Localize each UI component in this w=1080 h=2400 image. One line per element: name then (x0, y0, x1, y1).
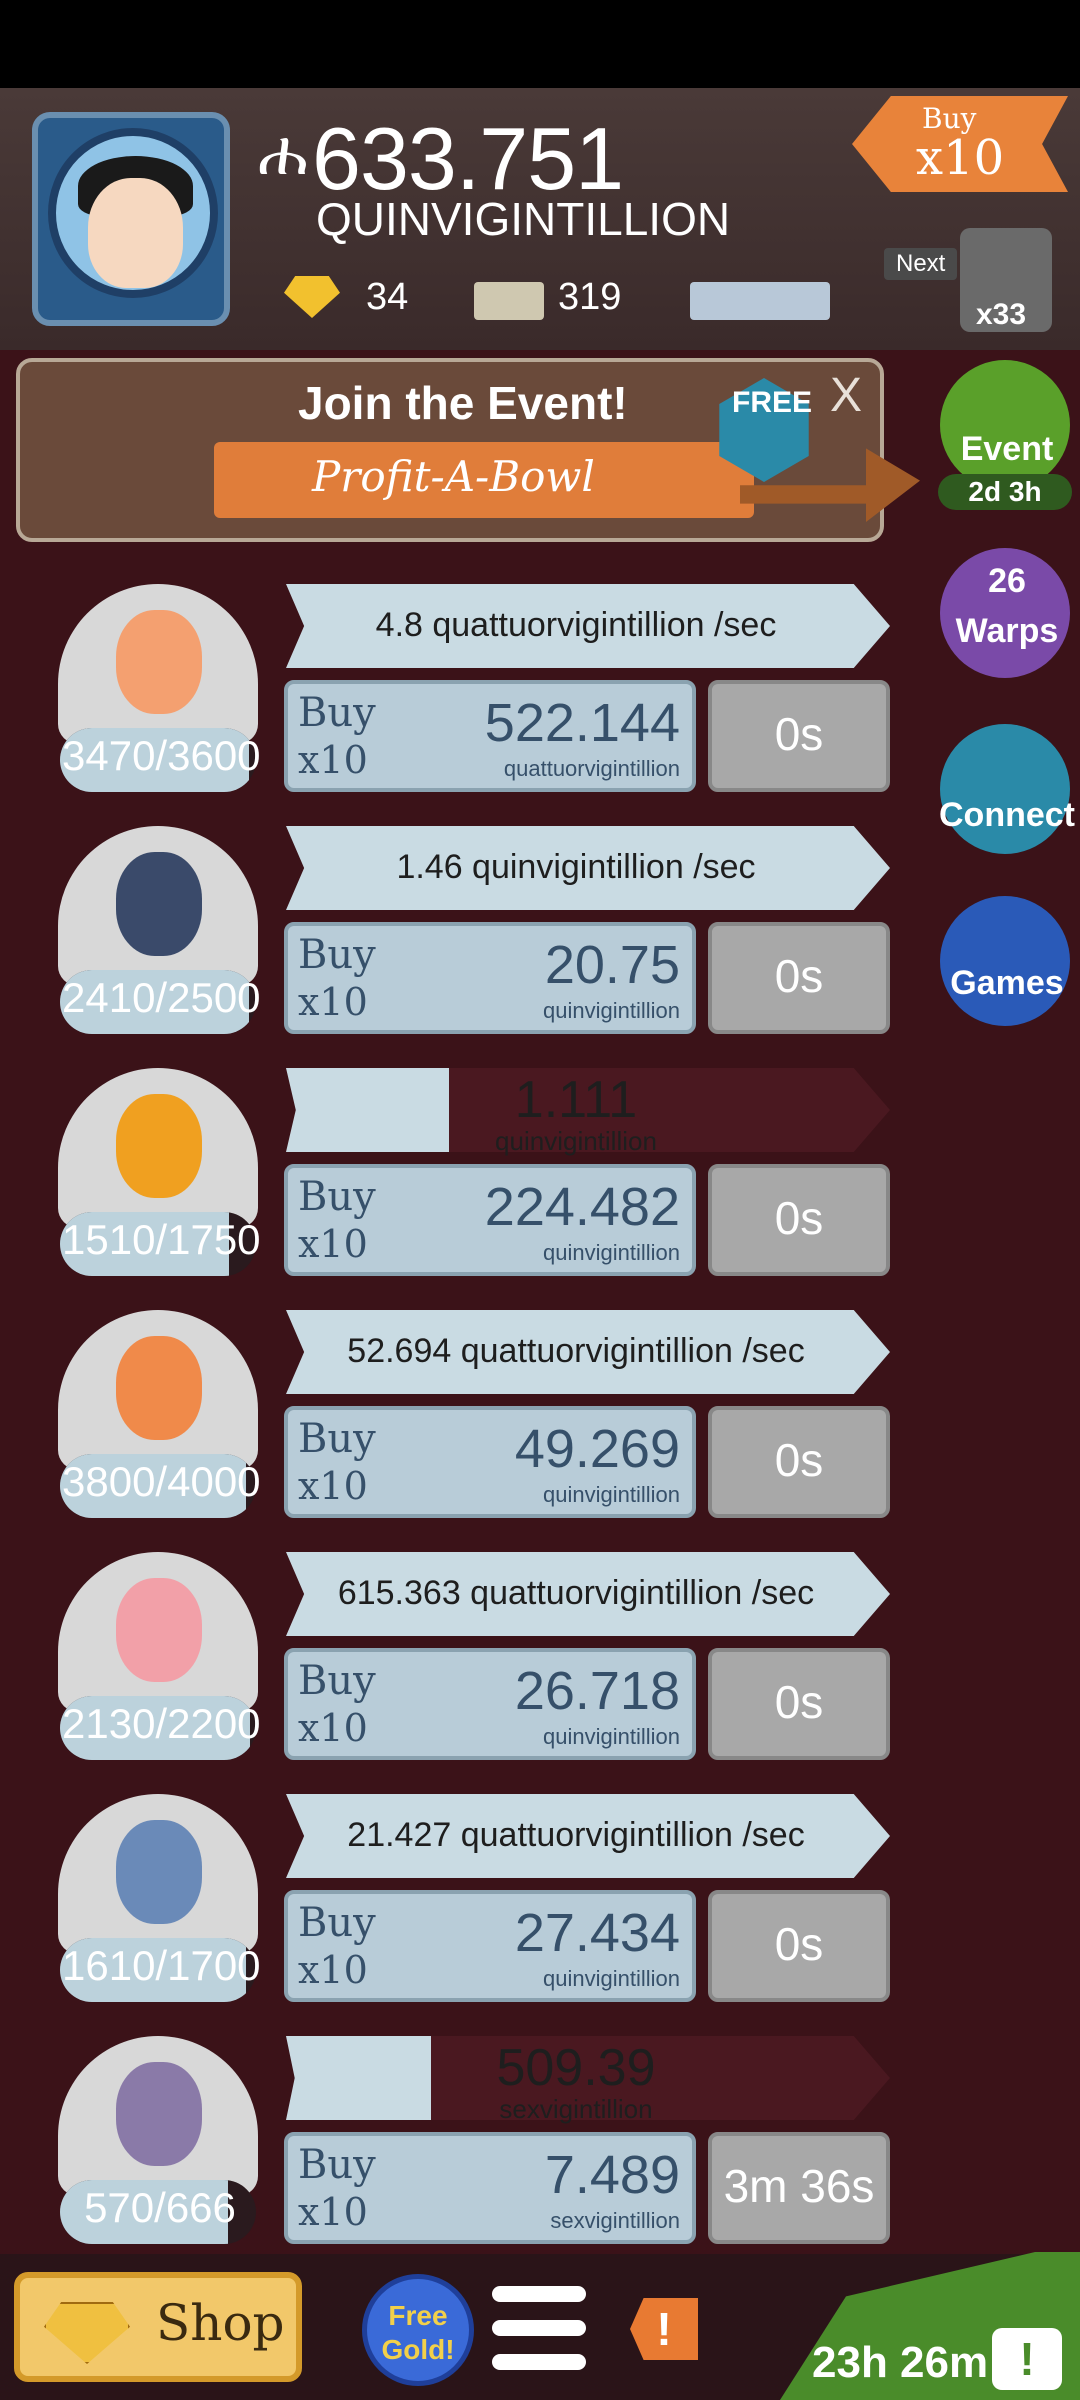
buy-cost: 224.482 (484, 1177, 680, 1237)
business-icon (116, 1820, 202, 1924)
alert-button[interactable]: ! (630, 2298, 698, 2360)
revenue-rate: 52.694 quattuorvigintillion /sec (347, 1332, 805, 1370)
buy-cost-unit: quattuorvigintillion (503, 756, 680, 781)
mega-bucks-icon (474, 282, 544, 320)
next-count: x33 (976, 298, 1027, 331)
owned-count: 1610/1700 (62, 1942, 261, 1989)
next-label: Next (884, 248, 958, 280)
business-icon (116, 852, 202, 956)
ticket-icon[interactable] (690, 282, 830, 320)
buy-button[interactable]: Buy x10 20.75 quinvigintillion (284, 922, 696, 1034)
revenue-rate: 1.46 quinvigintillion /sec (396, 848, 756, 886)
revenue-unit: sexvigintillion (499, 2094, 653, 2124)
revenue-amount: 509.39 (496, 2039, 656, 2097)
gold-count: 34 (366, 276, 409, 318)
buy-button[interactable]: Buy x10 224.482 quinvigintillion (284, 1164, 696, 1276)
status-bar (0, 0, 1080, 88)
owned-count: 3800/4000 (62, 1458, 261, 1505)
currency-symbol: ሐ (258, 119, 308, 188)
games-label: Games (950, 964, 1064, 1002)
business-row: 3470/3600 4.8 quattuorvigintillion /sec … (0, 584, 900, 824)
owned-count: 570/666 (84, 2184, 236, 2231)
manager-avatar-button[interactable] (32, 112, 230, 326)
buy-button[interactable]: Buy x10 26.718 quinvigintillion (284, 1648, 696, 1760)
tv-timer: 23h 26m (812, 2338, 989, 2387)
shop-label: Shop (156, 2294, 285, 2352)
menu-icon-line[interactable] (492, 2354, 586, 2370)
buy-cost-unit: sexvigintillion (550, 2208, 680, 2233)
timer-button[interactable]: 0s (708, 1648, 890, 1760)
warps-label: Warps (955, 612, 1059, 650)
buy-cost: 26.718 (514, 1661, 680, 1721)
revenue-amount: 1.111 (514, 1071, 638, 1129)
buy-button[interactable]: Buy x10 7.489 sexvigintillion (284, 2132, 696, 2244)
event-title: Join the Event! (298, 377, 628, 429)
business-icon (116, 1094, 202, 1198)
buy-cost-unit: quinvigintillion (543, 1240, 680, 1265)
avatar-face (88, 178, 183, 288)
event-label: Event (960, 430, 1054, 468)
close-icon[interactable]: X (830, 368, 862, 423)
timer-button[interactable]: 0s (708, 1890, 890, 2002)
owned-count: 2410/2500 (62, 974, 261, 1021)
business-row: 1610/1700 21.427 quattuorvigintillion /s… (0, 1794, 900, 2034)
business-row: 570/666 509.39 sexvigintillion Buy x10 7… (0, 2036, 900, 2276)
mega-bucks-count: 319 (558, 276, 622, 318)
revenue-rate: 21.427 quattuorvigintillion /sec (347, 1816, 805, 1854)
event-timer: 2d 3h (938, 474, 1072, 510)
buy-cost: 27.434 (514, 1903, 680, 1963)
event-button[interactable] (940, 360, 1070, 490)
business-row: 3800/4000 52.694 quattuorvigintillion /s… (0, 1310, 900, 1550)
free-gold-button[interactable]: Free Gold! (362, 2274, 474, 2386)
buy-cost-unit: quinvigintillion (543, 1724, 680, 1749)
buy-cost-unit: quinvigintillion (543, 998, 680, 1023)
money-unit: QUINVIGINTILLION (316, 193, 731, 245)
business-row: 1510/1750 1.111 quinvigintillion Buy x10… (0, 1068, 900, 1308)
event-subtitle: Profit-A-Bowl (312, 452, 595, 501)
buy-multiplier-button[interactable]: Buy x10 (852, 96, 1068, 192)
timer-button[interactable]: 3m 36s (708, 2132, 890, 2244)
business-icon (116, 1336, 202, 1440)
owned-count: 1510/1750 (62, 1216, 261, 1263)
timer-button[interactable]: 0s (708, 1406, 890, 1518)
timer-button[interactable]: 0s (708, 922, 890, 1034)
buy-cost-unit: quinvigintillion (543, 1966, 680, 1991)
menu-icon[interactable] (492, 2286, 586, 2302)
owned-count: 3470/3600 (62, 732, 261, 779)
menu-icon-line[interactable] (492, 2320, 586, 2336)
owned-count: 2130/2200 (62, 1700, 261, 1747)
business-icon (116, 2062, 202, 2166)
buy-button[interactable]: Buy x10 27.434 quinvigintillion (284, 1890, 696, 2002)
business-row: 2130/2200 615.363 quattuorvigintillion /… (0, 1552, 900, 1792)
business-icon (116, 1578, 202, 1682)
free-label: FREE (732, 386, 813, 419)
buy-cost-unit: quinvigintillion (543, 1482, 680, 1507)
business-icon (116, 610, 202, 714)
buy-button[interactable]: Buy x10 522.144 quattuorvigintillion (284, 680, 696, 792)
buy-button[interactable]: Buy x10 49.269 quinvigintillion (284, 1406, 696, 1518)
business-row: 2410/2500 1.46 quinvigintillion /sec Buy… (0, 826, 900, 1066)
buy-cost: 49.269 (514, 1419, 680, 1479)
timer-button[interactable]: 0s (708, 680, 890, 792)
tv-icon[interactable]: ! (992, 2328, 1062, 2390)
buy-cost: 522.144 (484, 693, 680, 753)
revenue-unit: quinvigintillion (495, 1126, 657, 1156)
games-button[interactable] (940, 896, 1070, 1026)
revenue-rate: 4.8 quattuorvigintillion /sec (375, 606, 777, 644)
revenue-rate: 615.363 quattuorvigintillion /sec (337, 1574, 815, 1612)
warps-count: 26 (988, 562, 1026, 600)
buy-cost: 20.75 (544, 935, 680, 995)
buy-cost: 7.489 (544, 2145, 680, 2205)
timer-button[interactable]: 0s (708, 1164, 890, 1276)
connect-label: Connect (939, 796, 1075, 834)
